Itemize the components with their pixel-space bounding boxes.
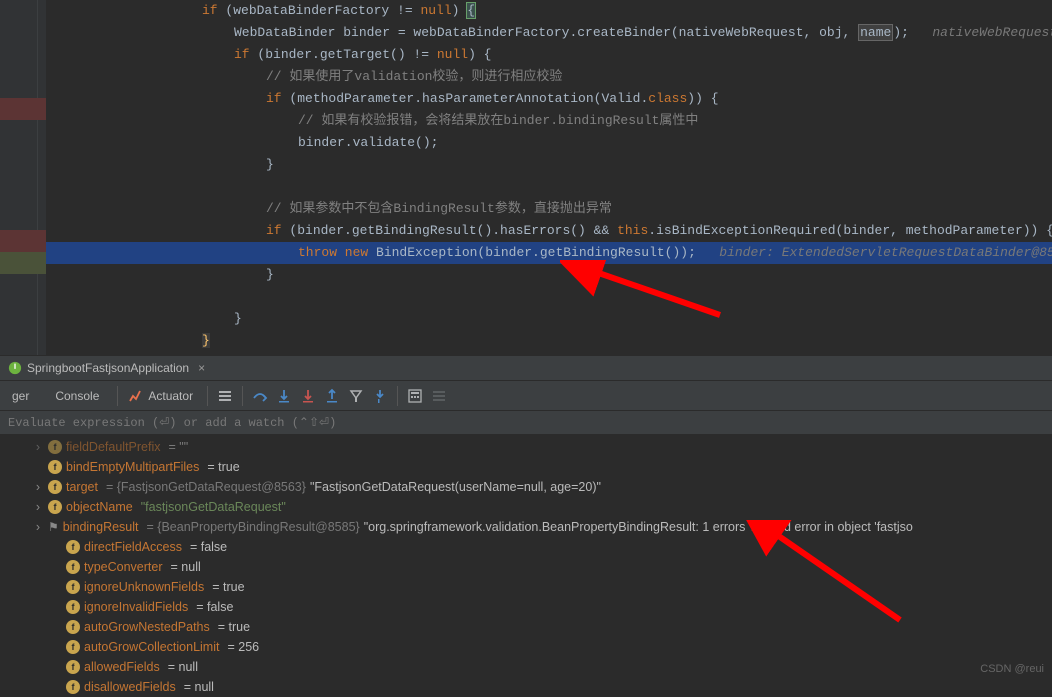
variable-row[interactable]: f typeConverter = null bbox=[8, 557, 1052, 577]
code-line[interactable]: WebDataBinder binder = webDataBinderFact… bbox=[46, 22, 1052, 44]
code-line[interactable]: } bbox=[46, 154, 1052, 176]
variable-row[interactable]: f autoGrowNestedPaths = true bbox=[8, 617, 1052, 637]
variable-row[interactable]: ›f objectName "fastjsonGetDataRequest" bbox=[8, 497, 1052, 517]
code-line[interactable]: if (webDataBinderFactory != null) { bbox=[46, 0, 1052, 22]
variable-name: autoGrowNestedPaths bbox=[84, 617, 210, 637]
field-icon: f bbox=[48, 500, 62, 514]
field-icon: f bbox=[66, 540, 80, 554]
variable-name: autoGrowCollectionLimit bbox=[84, 637, 219, 657]
force-step-into-icon[interactable] bbox=[297, 385, 319, 407]
code-line[interactable]: if (binder.getTarget() != null) { bbox=[46, 44, 1052, 66]
expand-arrow-icon[interactable]: › bbox=[32, 517, 44, 537]
code-line[interactable]: } bbox=[46, 264, 1052, 286]
field-icon: f bbox=[66, 660, 80, 674]
variable-row[interactable]: ›f target = {FastjsonGetDataRequest@8563… bbox=[8, 477, 1052, 497]
console-tab[interactable]: Console bbox=[43, 383, 111, 409]
code-line[interactable]: binder.validate(); bbox=[46, 132, 1052, 154]
flag-icon: ⚑ bbox=[48, 517, 59, 537]
variable-name: typeConverter bbox=[84, 557, 163, 577]
variable-row[interactable]: f bindEmptyMultipartFiles = true bbox=[8, 457, 1052, 477]
separator bbox=[397, 386, 398, 406]
variable-row[interactable]: f ignoreInvalidFields = false bbox=[8, 597, 1052, 617]
gutter-marker bbox=[0, 230, 46, 252]
expand-arrow-icon[interactable]: › bbox=[32, 477, 44, 497]
code-line[interactable] bbox=[46, 176, 1052, 198]
code-line[interactable]: // 如果有校验报错，会将结果放在binder.bindingResult属性中 bbox=[46, 110, 1052, 132]
code-line[interactable]: throw new BindException(binder.getBindin… bbox=[46, 242, 1052, 264]
variable-name: objectName bbox=[66, 497, 133, 517]
editor-gutter bbox=[0, 0, 38, 355]
variables-panel[interactable]: ›f fieldDefaultPrefix = ""f bindEmptyMul… bbox=[0, 435, 1052, 697]
separator bbox=[207, 386, 208, 406]
step-into-icon[interactable] bbox=[273, 385, 295, 407]
variable-row[interactable]: f autoGrowCollectionLimit = 256 bbox=[8, 637, 1052, 657]
run-config-tab[interactable]: SpringbootFastjsonApplication × bbox=[0, 356, 217, 380]
variable-row[interactable]: f ignoreUnknownFields = true bbox=[8, 577, 1052, 597]
evaluate-expression-bar[interactable]: Evaluate expression (⏎) or add a watch (… bbox=[0, 411, 1052, 435]
variable-row[interactable]: ›f fieldDefaultPrefix = "" bbox=[8, 437, 1052, 457]
drop-frame-icon[interactable] bbox=[345, 385, 367, 407]
variable-name: ignoreUnknownFields bbox=[84, 577, 204, 597]
close-icon[interactable]: × bbox=[194, 361, 209, 375]
field-icon: f bbox=[48, 460, 62, 474]
run-tab-bar: SpringbootFastjsonApplication × bbox=[0, 355, 1052, 381]
code-editor[interactable]: if (webDataBinderFactory != null) {WebDa… bbox=[0, 0, 1052, 355]
code-line[interactable] bbox=[46, 286, 1052, 308]
code-lines[interactable]: if (webDataBinderFactory != null) {WebDa… bbox=[46, 0, 1052, 352]
field-icon: f bbox=[66, 620, 80, 634]
expand-arrow-icon[interactable]: › bbox=[32, 497, 44, 517]
expand-arrow-icon[interactable]: › bbox=[32, 437, 44, 457]
variable-row[interactable]: ›⚑ bindingResult = {BeanPropertyBindingR… bbox=[8, 517, 1052, 537]
code-line[interactable]: if (binder.getBindingResult().hasErrors(… bbox=[46, 220, 1052, 242]
code-line[interactable]: } bbox=[46, 330, 1052, 352]
actuator-label: Actuator bbox=[148, 389, 201, 403]
field-icon: f bbox=[48, 480, 62, 494]
field-icon: f bbox=[66, 600, 80, 614]
editor-gutter-secondary bbox=[38, 0, 46, 355]
variable-row[interactable]: f directFieldAccess = false bbox=[8, 537, 1052, 557]
run-config-name: SpringbootFastjsonApplication bbox=[27, 361, 189, 375]
field-icon: f bbox=[48, 440, 62, 454]
debug-toolbar: ger Console Actuator bbox=[0, 381, 1052, 411]
variable-name: ignoreInvalidFields bbox=[84, 597, 188, 617]
field-icon: f bbox=[66, 640, 80, 654]
code-line[interactable]: // 如果使用了validation校验，则进行相应校验 bbox=[46, 66, 1052, 88]
separator bbox=[117, 386, 118, 406]
code-line[interactable]: } bbox=[46, 308, 1052, 330]
field-icon: f bbox=[66, 680, 80, 694]
separator bbox=[242, 386, 243, 406]
eval-placeholder: Evaluate expression (⏎) or add a watch (… bbox=[8, 415, 336, 430]
debugger-tab[interactable]: ger bbox=[0, 383, 41, 409]
variable-name: bindingResult bbox=[63, 517, 139, 537]
evaluate-expression-icon[interactable] bbox=[404, 385, 426, 407]
run-to-cursor-icon[interactable] bbox=[369, 385, 391, 407]
variable-name: target bbox=[66, 477, 98, 497]
threads-icon[interactable] bbox=[214, 385, 236, 407]
trace-icon[interactable] bbox=[428, 385, 450, 407]
gutter-marker bbox=[0, 98, 46, 120]
variable-name: directFieldAccess bbox=[84, 537, 182, 557]
spring-boot-icon bbox=[8, 361, 22, 375]
gutter-marker bbox=[0, 252, 46, 274]
variable-name: fieldDefaultPrefix bbox=[66, 437, 161, 457]
variable-name: allowedFields bbox=[84, 657, 160, 677]
actuator-button[interactable] bbox=[124, 385, 146, 407]
watermark: CSDN @reui bbox=[980, 663, 1044, 675]
code-line[interactable]: if (methodParameter.hasParameterAnnotati… bbox=[46, 88, 1052, 110]
step-out-icon[interactable] bbox=[321, 385, 343, 407]
field-icon: f bbox=[66, 560, 80, 574]
variable-name: bindEmptyMultipartFiles bbox=[66, 457, 199, 477]
code-line[interactable]: // 如果参数中不包含BindingResult参数，直接抛出异常 bbox=[46, 198, 1052, 220]
field-icon: f bbox=[66, 580, 80, 594]
variable-row[interactable]: f disallowedFields = null bbox=[8, 677, 1052, 697]
variable-name: disallowedFields bbox=[84, 677, 176, 697]
variable-row[interactable]: f allowedFields = null bbox=[8, 657, 1052, 677]
step-over-icon[interactable] bbox=[249, 385, 271, 407]
